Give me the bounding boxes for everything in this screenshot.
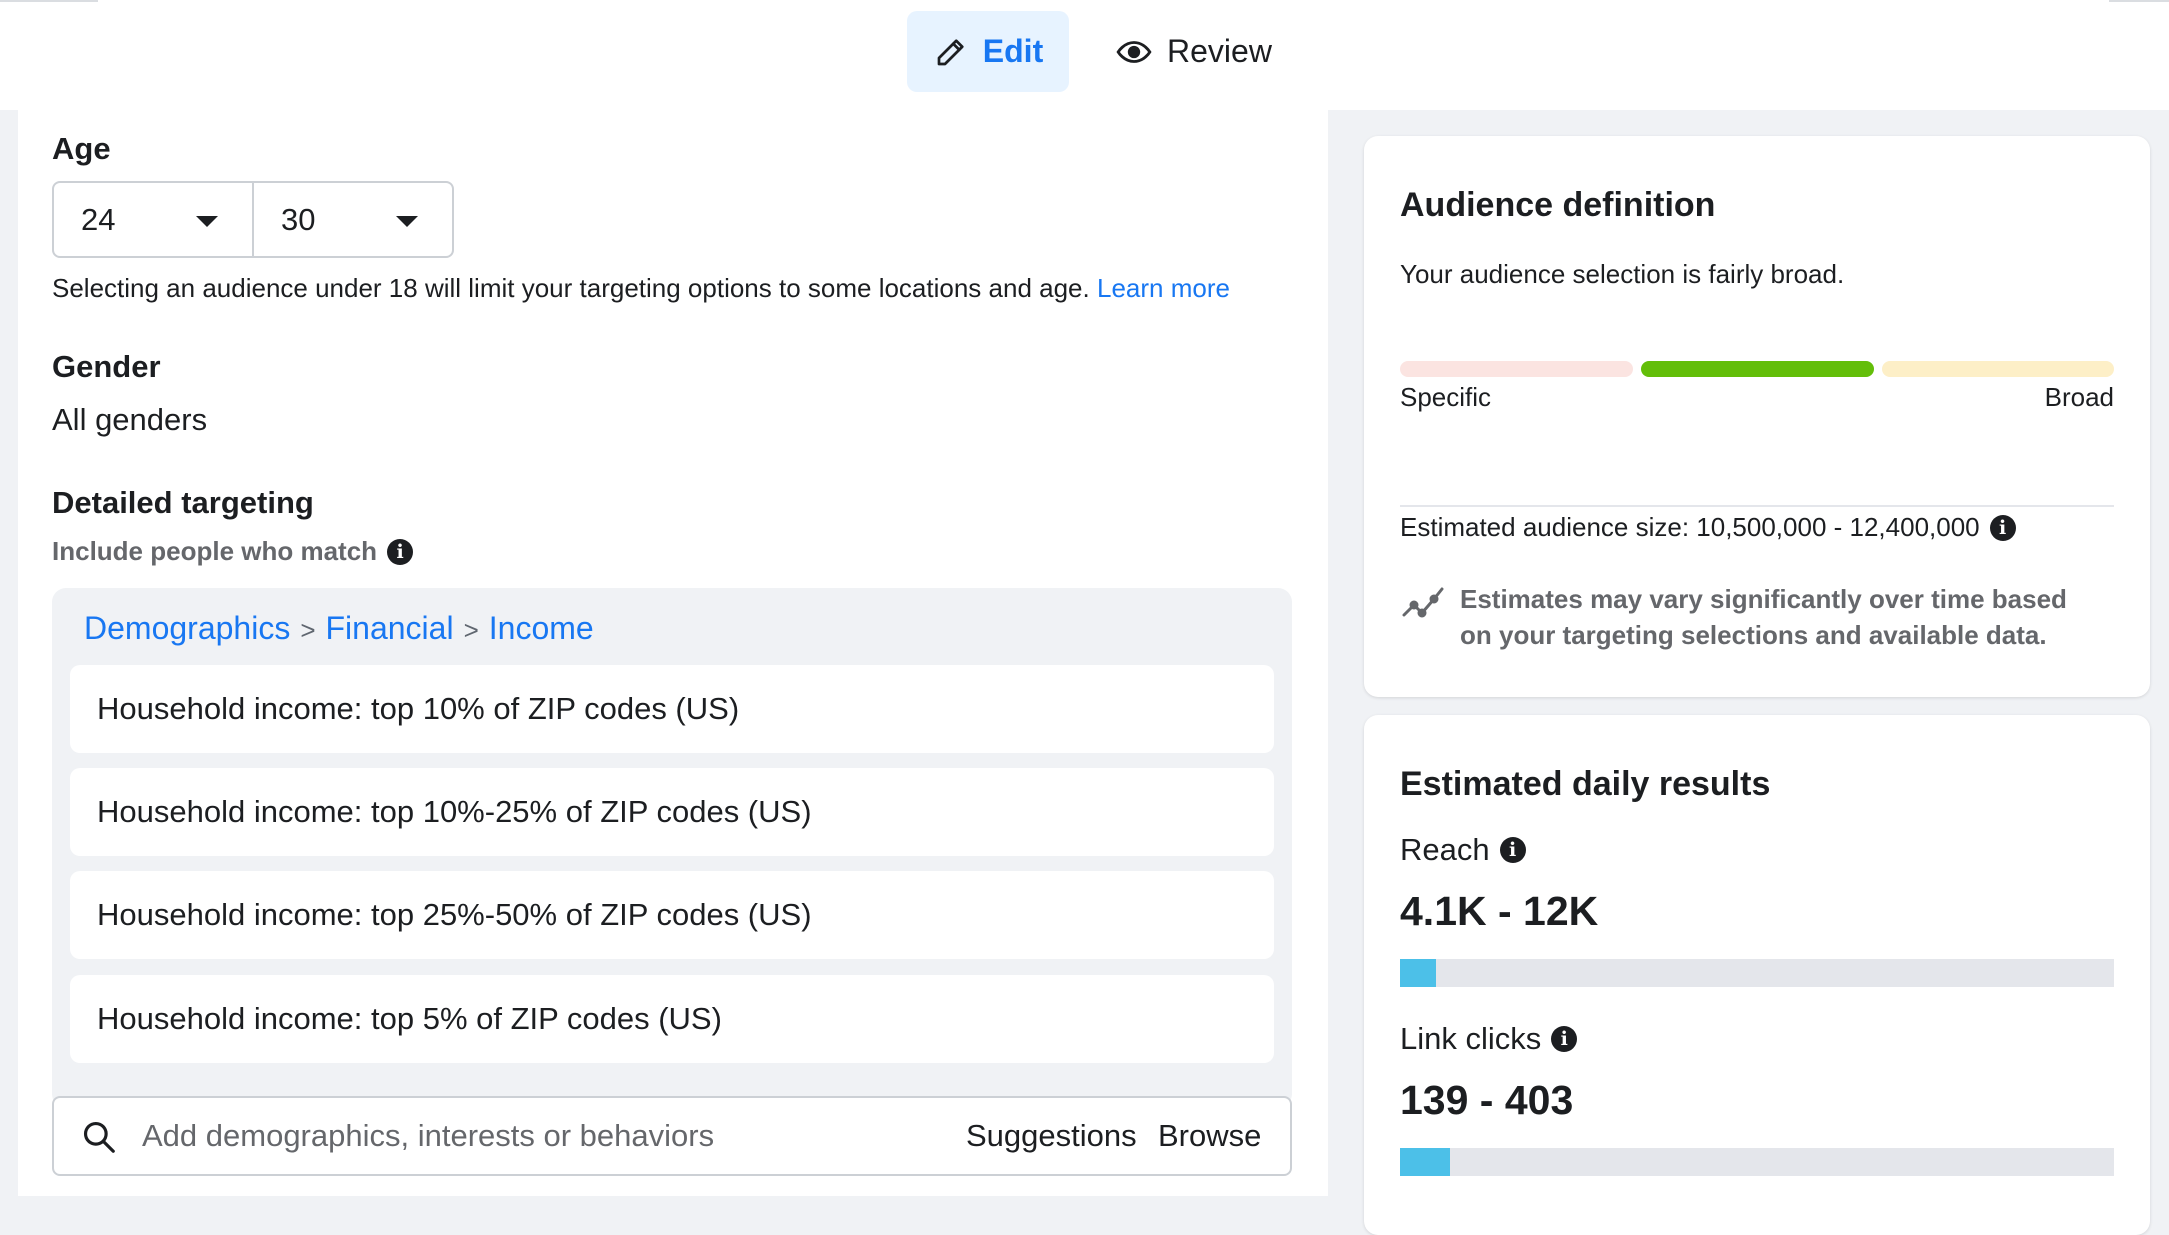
divider — [1400, 505, 2114, 507]
age-label: Age — [52, 131, 111, 166]
audience-size: Estimated audience size: 10,500,000 - 12… — [1400, 512, 2016, 543]
link-clicks-value: 139 - 403 — [1400, 1077, 1574, 1123]
reach-value: 4.1K - 12K — [1400, 888, 1599, 934]
daily-results-title: Estimated daily results — [1400, 765, 1771, 803]
age-note-text: Selecting an audience under 18 will limi… — [52, 273, 1090, 303]
top-bar-edge-right — [2109, 0, 2169, 2]
audience-definition-title: Audience definition — [1400, 186, 1716, 224]
reach-bar-fill — [1400, 959, 1436, 987]
caret-down-icon — [196, 216, 218, 227]
gender-label: Gender — [52, 349, 161, 384]
tab-review[interactable]: Review — [1105, 11, 1315, 92]
breadcrumb-separator: > — [300, 615, 316, 645]
link-clicks-label: Link clicks i — [1400, 1021, 1578, 1057]
breadcrumb-separator: > — [463, 615, 479, 645]
caret-down-icon — [396, 216, 418, 227]
targeting-selection-box: Demographics > Financial > Income Household … — [52, 588, 1292, 1108]
targeting-item-label: Household income: top 10% of ZIP codes (… — [97, 691, 740, 726]
breadcrumb: Demographics > Financial > Income — [84, 610, 594, 647]
audience-size-text: Estimated audience size: 10,500,000 - 12… — [1400, 512, 1980, 542]
audience-summary: Your audience selection is fairly broad. — [1400, 259, 1845, 289]
targeting-item[interactable]: Household income: top 5% of ZIP codes (U… — [70, 975, 1274, 1063]
targeting-item-label: Household income: top 5% of ZIP codes (U… — [97, 1001, 722, 1036]
search-placeholder: Add demographics, interests or behaviors — [142, 1118, 715, 1153]
info-icon[interactable]: i — [1551, 1026, 1578, 1052]
top-bar-edge-left — [0, 0, 98, 2]
learn-more-link[interactable]: Learn more — [1097, 273, 1230, 303]
top-bar: Edit Review — [0, 0, 2169, 110]
estimates-sidebar: Audience definition Your audience select… — [1328, 110, 2169, 1235]
tab-edit[interactable]: Edit — [907, 11, 1069, 92]
age-note: Selecting an audience under 18 will limi… — [52, 273, 1230, 304]
suggestions-button[interactable]: Suggestions — [966, 1118, 1137, 1154]
age-min-value: 24 — [81, 201, 116, 237]
link-clicks-label-text: Link clicks — [1400, 1021, 1542, 1056]
targeting-item[interactable]: Household income: top 25%-50% of ZIP cod… — [70, 871, 1274, 959]
daily-results-card: Estimated daily results Reach i 4.1K - 1… — [1364, 715, 2150, 1235]
info-icon[interactable]: i — [1499, 837, 1526, 863]
age-max-dropdown[interactable]: 30 — [252, 183, 452, 256]
gauge-segment-specific — [1400, 361, 1633, 377]
eye-icon — [1115, 33, 1153, 71]
gauge-label-broad: Broad — [2044, 382, 2114, 412]
targeting-item[interactable]: Household income: top 10%-25% of ZIP cod… — [70, 768, 1274, 856]
include-match-label: Include people who match i — [52, 536, 414, 567]
targeting-item[interactable]: Household income: top 10% of ZIP codes (… — [70, 665, 1274, 753]
link-clicks-bar — [1400, 1148, 2114, 1176]
gauge-segment-middle — [1641, 361, 1874, 377]
info-icon[interactable]: i — [1989, 514, 2016, 541]
reach-label-text: Reach — [1400, 832, 1490, 867]
tab-review-label: Review — [1167, 33, 1272, 69]
estimate-warning: Estimates may vary significantly over ti… — [1460, 584, 2067, 650]
targeting-item-label: Household income: top 10%-25% of ZIP cod… — [97, 794, 812, 829]
detailed-targeting-label: Detailed targeting — [52, 485, 314, 520]
age-max-value: 30 — [281, 201, 316, 237]
targeting-item-label: Household income: top 25%-50% of ZIP cod… — [97, 897, 812, 932]
info-icon[interactable]: i — [387, 538, 414, 565]
gender-value[interactable]: All genders — [52, 402, 207, 438]
link-clicks-bar-fill — [1400, 1148, 1450, 1176]
trend-icon — [1400, 585, 1446, 630]
gauge-label-specific: Specific — [1400, 382, 1492, 412]
tab-edit-label: Edit — [982, 33, 1044, 69]
breadcrumb-financial[interactable]: Financial — [326, 610, 454, 646]
age-min-dropdown[interactable]: 24 — [54, 183, 252, 256]
breadcrumb-income[interactable]: Income — [489, 610, 594, 646]
age-range-select: 24 30 — [52, 181, 454, 258]
gauge-segment-broad — [1882, 361, 2114, 377]
reach-label: Reach i — [1400, 832, 1526, 868]
audience-definition-card: Audience definition Your audience select… — [1364, 136, 2150, 697]
targeting-search-input[interactable]: Add demographics, interests or behaviors… — [52, 1096, 1292, 1176]
include-match-text: Include people who match — [52, 536, 378, 566]
search-icon — [80, 1118, 118, 1161]
pencil-icon — [933, 34, 969, 70]
breadcrumb-demographics[interactable]: Demographics — [84, 610, 290, 646]
reach-bar — [1400, 959, 2114, 987]
audience-editor-panel: Age 24 30 Selecting an audience under 18… — [18, 110, 1328, 1196]
browse-button[interactable]: Browse — [1158, 1118, 1261, 1154]
